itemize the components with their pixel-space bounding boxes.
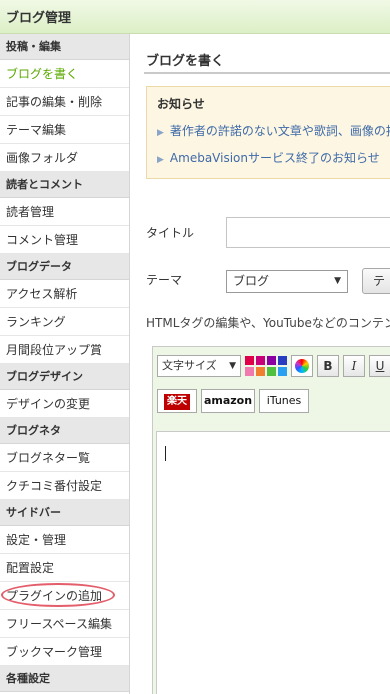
theme-select[interactable]: ブログ ▼ bbox=[226, 270, 348, 293]
sidebar-section-blog-neta: ブログネタ bbox=[0, 418, 129, 444]
sidebar-item-settings-management[interactable]: 設定・管理 bbox=[0, 526, 129, 554]
caret-down-icon: ▼ bbox=[229, 361, 236, 371]
italic-button[interactable]: I bbox=[343, 355, 365, 377]
editor-panel: 文字サイズ ▼ B I U 楽天 amazon iTunes bbox=[152, 346, 390, 694]
text-cursor bbox=[165, 446, 166, 461]
sidebar-section-sidebar: サイドバー bbox=[0, 500, 129, 526]
color-wheel-icon bbox=[295, 359, 309, 373]
color-swatch[interactable] bbox=[278, 367, 287, 376]
caret-down-icon: ▼ bbox=[334, 276, 341, 286]
title-input[interactable] bbox=[226, 217, 390, 248]
app-title: ブログ管理 bbox=[6, 11, 72, 26]
notice-link-amebavision-text: AmebaVisionサービス終了のお知らせ bbox=[169, 151, 380, 165]
color-swatch[interactable] bbox=[256, 356, 265, 365]
sidebar-section-post-edit: 投稿・編集 bbox=[0, 34, 129, 60]
sidebar-item-ranking[interactable]: ランキング bbox=[0, 308, 129, 336]
editor-body-input[interactable] bbox=[156, 431, 390, 694]
sidebar-item-write-blog[interactable]: ブログを書く bbox=[0, 60, 129, 88]
sidebar-item-theme-edit[interactable]: テーマ編集 bbox=[0, 116, 129, 144]
theme-edit-button[interactable]: テ bbox=[362, 268, 390, 294]
title-label: タイトル bbox=[146, 226, 195, 240]
sidebar-item-add-plugin[interactable]: プラグインの追加 bbox=[0, 582, 129, 610]
notice-title: お知らせ bbox=[157, 97, 205, 111]
sidebar-item-edit-delete[interactable]: 記事の編集・削除 bbox=[0, 88, 129, 116]
font-size-label: 文字サイズ bbox=[162, 359, 217, 372]
itunes-button[interactable]: iTunes bbox=[259, 389, 309, 413]
sidebar-item-comment-management[interactable]: コメント管理 bbox=[0, 226, 129, 254]
theme-label: テーマ bbox=[146, 273, 183, 287]
arrow-right-icon: ▶ bbox=[157, 128, 164, 138]
sidebar-section-blog-design: ブログデザイン bbox=[0, 364, 129, 390]
arrow-right-icon: ▶ bbox=[157, 155, 164, 165]
sidebar-item-bookmark-management[interactable]: ブックマーク管理 bbox=[0, 638, 129, 666]
title-divider bbox=[144, 72, 390, 74]
color-swatch[interactable] bbox=[245, 356, 254, 365]
sidebar-section-various-settings: 各種設定 bbox=[0, 666, 129, 692]
sidebar-item-access-analysis[interactable]: アクセス解析 bbox=[0, 280, 129, 308]
font-size-select[interactable]: 文字サイズ ▼ bbox=[157, 355, 241, 377]
sidebar-item-image-folder[interactable]: 画像フォルダ bbox=[0, 144, 129, 172]
sidebar-item-reader-management[interactable]: 読者管理 bbox=[0, 198, 129, 226]
theme-select-value: ブログ bbox=[233, 274, 270, 288]
notice-box: お知らせ ▶ 著作者の許諾のない文章や歌詞、画像の掲 ▶ AmebaVisionサー… bbox=[146, 86, 390, 179]
rakuten-button[interactable]: 楽天 bbox=[157, 389, 197, 413]
main-content: ブログを書く お知らせ ▶ 著作者の許諾のない文章や歌詞、画像の掲 ▶ AmebaV… bbox=[130, 34, 390, 694]
color-swatch[interactable] bbox=[256, 367, 265, 376]
highlight-circle bbox=[1, 583, 115, 607]
bold-button[interactable]: B bbox=[317, 355, 339, 377]
rakuten-logo: 楽天 bbox=[164, 394, 190, 410]
sidebar-item-monthly-rank-award[interactable]: 月間段位アップ賞 bbox=[0, 336, 129, 364]
sidebar-section-blog-data: ブログデータ bbox=[0, 254, 129, 280]
notice-link-copyright-text: 著作者の許諾のない文章や歌詞、画像の掲 bbox=[169, 124, 390, 138]
color-swatch-palette[interactable] bbox=[245, 356, 289, 378]
page-title: ブログを書く bbox=[146, 54, 225, 69]
sidebar-item-free-space-edit[interactable]: フリースペース編集 bbox=[0, 610, 129, 638]
color-wheel-button[interactable] bbox=[291, 355, 313, 377]
notice-link-amebavision[interactable]: ▶ AmebaVisionサービス終了のお知らせ bbox=[157, 149, 380, 166]
sidebar-item-layout-settings[interactable]: 配置設定 bbox=[0, 554, 129, 582]
sidebar-item-change-design[interactable]: デザインの変更 bbox=[0, 390, 129, 418]
app-header: ブログ管理 bbox=[0, 0, 390, 34]
sidebar-item-kuchikomi-settings[interactable]: クチコミ番付設定 bbox=[0, 472, 129, 500]
html-edit-note: HTMLタグの編集や、YouTubeなどのコンテン bbox=[146, 316, 390, 330]
color-swatch[interactable] bbox=[267, 356, 276, 365]
color-swatch[interactable] bbox=[267, 367, 276, 376]
sidebar: 投稿・編集 ブログを書く 記事の編集・削除 テーマ編集 画像フォルダ 読者とコメ… bbox=[0, 34, 130, 694]
sidebar-item-neta-list[interactable]: ブログネター覧 bbox=[0, 444, 129, 472]
notice-link-copyright[interactable]: ▶ 著作者の許諾のない文章や歌詞、画像の掲 bbox=[157, 122, 390, 139]
color-swatch[interactable] bbox=[278, 356, 287, 365]
sidebar-section-readers-comments: 読者とコメント bbox=[0, 172, 129, 198]
amazon-button[interactable]: amazon bbox=[201, 389, 255, 413]
underline-button[interactable]: U bbox=[369, 355, 390, 377]
color-swatch[interactable] bbox=[245, 367, 254, 376]
